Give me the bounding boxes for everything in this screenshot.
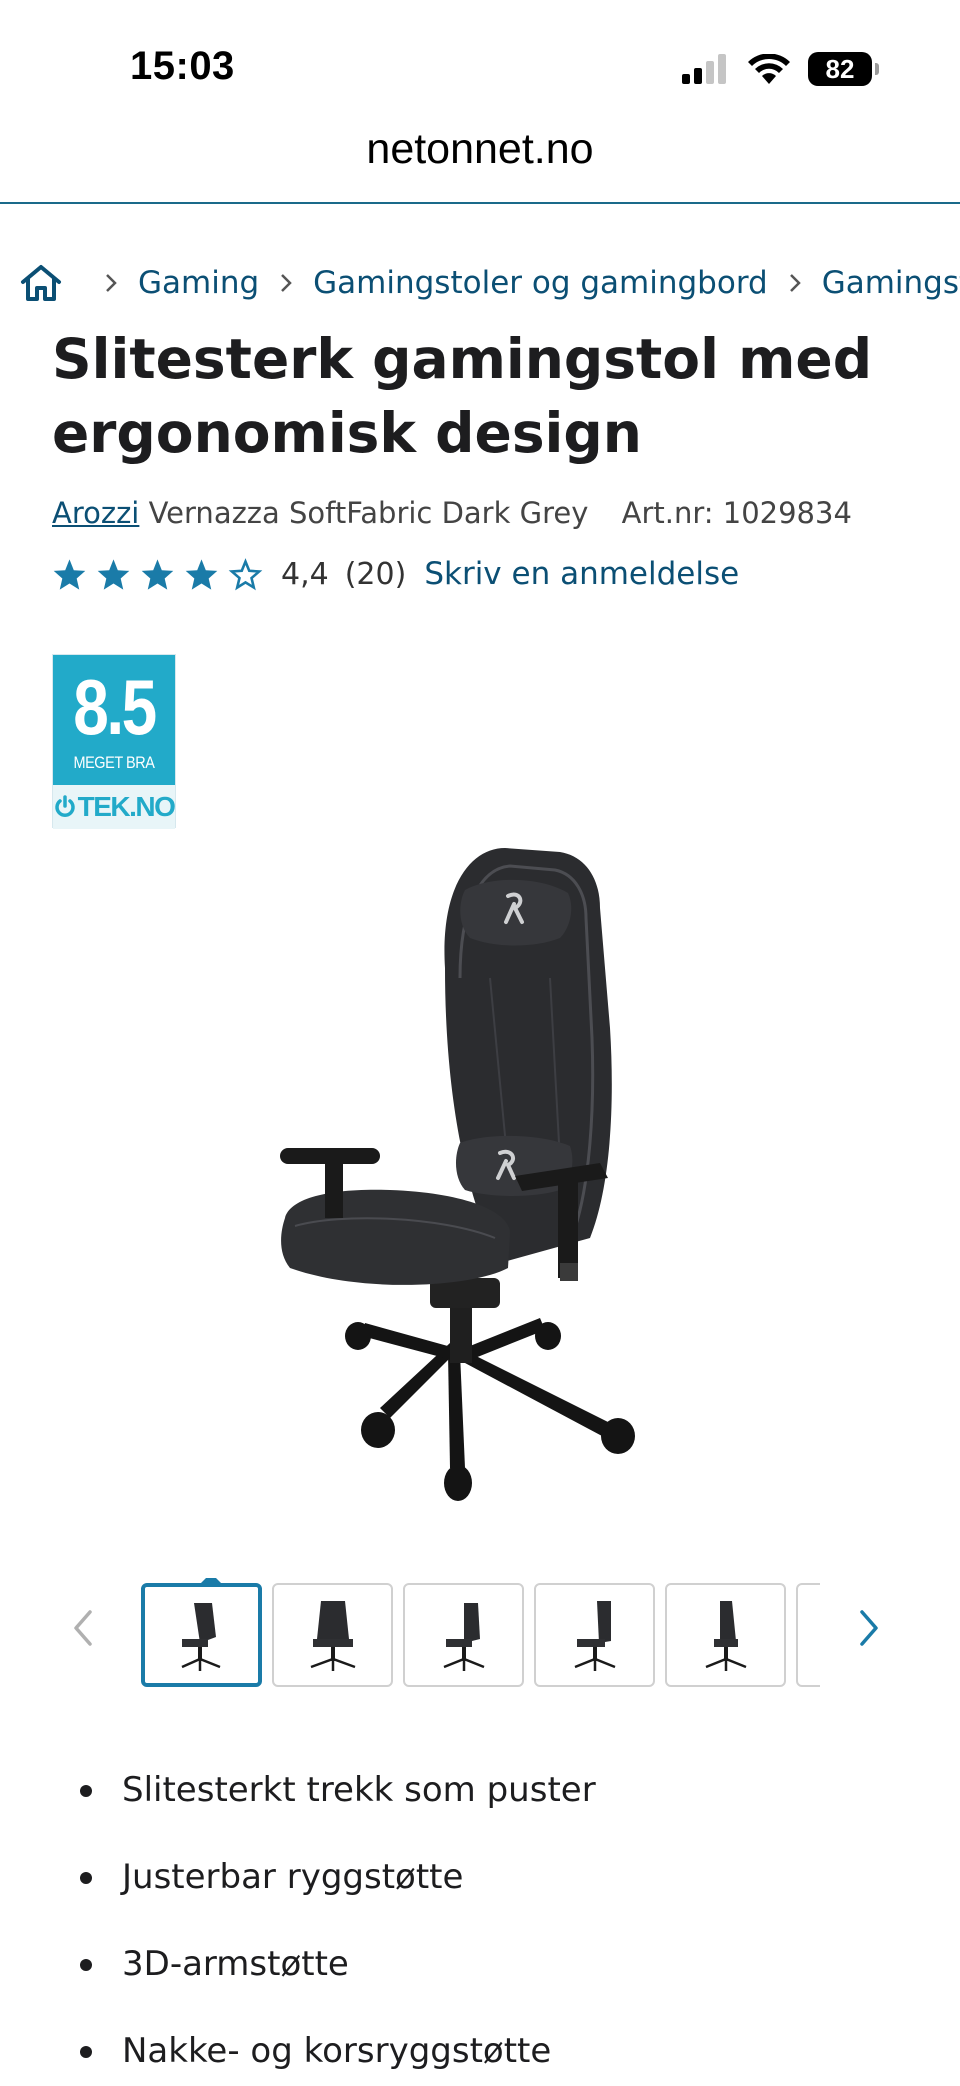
product-model: Vernazza SoftFabric Dark Grey: [148, 496, 589, 530]
thumbnail-5[interactable]: [665, 1583, 786, 1687]
wifi-icon: [748, 54, 790, 84]
breadcrumb-item-gamingstoler[interactable]: Gamingstoler og gamingbord: [313, 265, 768, 301]
chevron-left-icon[interactable]: [72, 1608, 94, 1652]
home-icon[interactable]: [20, 263, 62, 303]
rating-value: 4,4: [281, 556, 329, 592]
breadcrumb: Gaming Gamingstoler og gamingbord Gaming…: [20, 258, 960, 308]
product-image-gaming-chair[interactable]: [270, 848, 690, 1548]
star-outline-icon: [228, 557, 263, 590]
feature-item: Nakke- og korsryggstøtte: [80, 2021, 596, 2086]
thumbnail-2[interactable]: [272, 1583, 393, 1687]
chevron-right-icon: [788, 272, 802, 294]
star-filled-icon: [53, 558, 86, 590]
status-bar: 15:03 82: [0, 0, 960, 110]
thumbnail-strip: [138, 1578, 820, 1690]
thumbnail-6[interactable]: [796, 1583, 820, 1687]
rating-row: 4,4 (20) Skriv en anmeldelse: [52, 556, 739, 592]
chevron-right-icon[interactable]: [858, 1608, 880, 1652]
chevron-right-icon: [104, 272, 118, 294]
chair-thumbnail-icon: [574, 1601, 615, 1671]
thumbnail-1[interactable]: [141, 1578, 262, 1687]
star-filled-icon: [185, 558, 218, 590]
chair-thumbnail-icon: [180, 1603, 220, 1671]
breadcrumb-item-gaming[interactable]: Gaming: [138, 265, 259, 301]
url-bar[interactable]: netonnet.no: [0, 125, 960, 174]
tek-score-badge[interactable]: 8.5 MEGET BRA TEK.NO: [52, 654, 176, 829]
feature-item: Slitesterkt trekk som puster: [80, 1760, 596, 1847]
rating-stars[interactable]: [52, 557, 263, 591]
product-subline: Arozzi Vernazza SoftFabric Dark Grey Art…: [52, 496, 852, 530]
chevron-right-icon: [279, 272, 293, 294]
feature-item: Justerbar ryggstøtte: [80, 1847, 596, 1934]
star-filled-icon: [141, 558, 174, 590]
cellular-signal-icon: [682, 54, 726, 84]
battery-indicator: 82: [808, 52, 879, 86]
badge-score: 8.5: [73, 663, 157, 751]
feature-item: 3D-armstøtte: [80, 1934, 596, 2021]
status-time: 15:03: [130, 44, 235, 88]
thumbnail-4[interactable]: [534, 1583, 655, 1687]
thumbnail-carousel: [0, 1578, 960, 1690]
feature-list: Slitesterkt trekk som puster Justerbar r…: [80, 1760, 596, 2086]
badge-label: MEGET BRA: [73, 753, 155, 772]
status-icons: 82: [682, 52, 879, 86]
breadcrumb-item-gamingsto[interactable]: Gamingsto: [822, 265, 960, 301]
badge-source-label: TEK.NO: [77, 791, 176, 822]
chair-thumbnail-icon: [443, 1603, 484, 1671]
badge-source: TEK.NO: [53, 785, 176, 829]
article-number: Art.nr: 1029834: [621, 496, 852, 530]
thumbnail-3[interactable]: [403, 1583, 524, 1687]
rating-count[interactable]: (20): [345, 557, 407, 592]
page-title: Slitesterk gamingstol med ergonomisk des…: [52, 327, 873, 465]
chair-thumbnail-icon: [310, 1601, 355, 1671]
chair-thumbnail-icon: [705, 1601, 746, 1671]
write-review-link[interactable]: Skriv en anmeldelse: [424, 556, 739, 592]
power-icon: [54, 795, 75, 817]
url-divider: [0, 202, 960, 204]
brand-link[interactable]: Arozzi: [52, 496, 139, 530]
star-filled-icon: [97, 558, 130, 590]
